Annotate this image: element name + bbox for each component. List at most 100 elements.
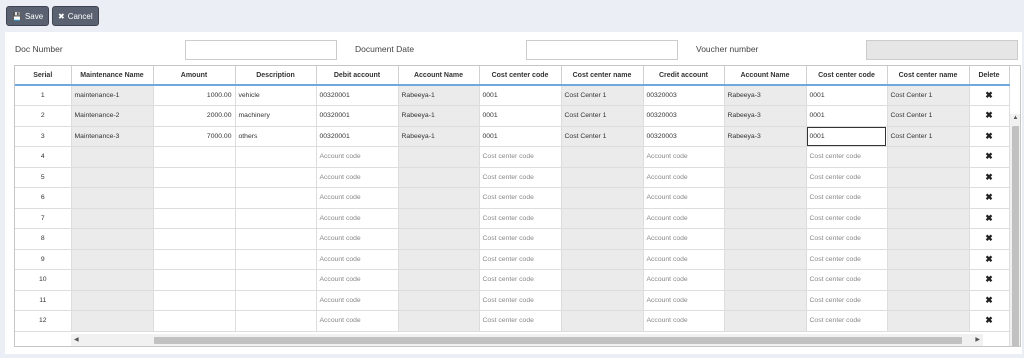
table-cell[interactable]: Account code (316, 167, 399, 188)
table-cell[interactable] (235, 269, 317, 291)
table-cell[interactable] (235, 167, 317, 188)
table-cell[interactable] (235, 249, 317, 270)
table-cell[interactable] (235, 208, 317, 229)
table-cell[interactable]: Account code (316, 228, 399, 250)
table-cell[interactable]: Cost center code (806, 146, 888, 168)
doc-number-input[interactable] (185, 40, 337, 60)
table-cell[interactable]: 7000.00 (153, 126, 236, 147)
table-cell[interactable]: Cost center code (806, 290, 888, 311)
table-cell[interactable] (235, 290, 317, 311)
table-cell[interactable]: Cost center code (479, 187, 562, 209)
document-date-input[interactable] (526, 40, 678, 60)
close-icon: ✖ (985, 192, 993, 203)
table-cell[interactable] (153, 228, 236, 250)
table-cell[interactable] (153, 208, 236, 229)
table-cell[interactable]: Cost center code (479, 146, 562, 168)
table-cell[interactable] (153, 269, 236, 291)
table-cell[interactable]: 00320001 (316, 105, 399, 127)
table-cell[interactable]: Account code (643, 290, 725, 311)
table-cell[interactable] (153, 167, 236, 188)
table-cell[interactable]: Cost center code (479, 208, 562, 229)
table-cell[interactable]: 00320003 (643, 105, 725, 127)
table-cell[interactable]: Cost center code (479, 228, 562, 250)
table-cell[interactable] (153, 187, 236, 209)
scroll-up-icon[interactable]: ▲ (1010, 115, 1020, 121)
table-cell[interactable]: Cost center code (806, 187, 888, 209)
table-cell[interactable]: Cost center code (806, 269, 888, 291)
close-icon: ✖ (985, 110, 993, 121)
table-cell: Cost Center 1 (887, 126, 970, 147)
table-cell: Cost Center 1 (887, 85, 970, 106)
horizontal-scrollbar[interactable]: ◀ ▶ (71, 334, 983, 346)
table-cell[interactable] (153, 290, 236, 311)
table-cell[interactable]: Account code (316, 269, 399, 291)
table-cell (887, 167, 970, 188)
table-cell[interactable] (235, 228, 317, 250)
table-cell[interactable] (153, 249, 236, 270)
table-cell[interactable]: Account code (316, 146, 399, 168)
delete-row-button[interactable]: ✖ (969, 310, 1010, 332)
table-cell[interactable]: Cost center code (806, 310, 888, 332)
delete-row-button[interactable]: ✖ (969, 167, 1010, 188)
table-cell[interactable]: Cost center code (806, 228, 888, 250)
delete-row-button[interactable]: ✖ (969, 228, 1010, 250)
delete-row-button[interactable]: ✖ (969, 126, 1010, 147)
table-cell[interactable]: Account code (643, 310, 725, 332)
table-cell[interactable]: Account code (643, 228, 725, 250)
table-cell[interactable]: 0001 (479, 126, 562, 147)
table-cell[interactable]: 0001 (479, 85, 562, 106)
table-cell[interactable]: Cost center code (479, 167, 562, 188)
table-cell[interactable]: others (235, 126, 317, 147)
horizontal-scroll-thumb[interactable] (154, 337, 962, 344)
table-cell[interactable]: Account code (643, 146, 725, 168)
table-cell[interactable]: Account code (643, 249, 725, 270)
table-cell[interactable] (235, 187, 317, 209)
delete-row-button[interactable]: ✖ (969, 290, 1010, 311)
table-cell[interactable] (153, 310, 236, 332)
table-cell[interactable]: 0001 (479, 105, 562, 127)
scroll-left-icon[interactable]: ◀ (74, 334, 79, 346)
scroll-right-icon[interactable]: ▶ (975, 334, 980, 346)
delete-row-button[interactable]: ✖ (969, 269, 1010, 291)
table-cell[interactable]: 1000.00 (153, 85, 236, 106)
delete-row-button[interactable]: ✖ (969, 208, 1010, 229)
table-cell[interactable]: Account code (643, 269, 725, 291)
save-button[interactable]: 💾 Save (6, 6, 50, 26)
delete-row-button[interactable]: ✖ (969, 249, 1010, 270)
table-cell[interactable]: Account code (643, 208, 725, 229)
table-cell[interactable]: 00320003 (643, 85, 725, 106)
table-cell[interactable]: 00320001 (316, 126, 399, 147)
table-cell[interactable]: Cost center code (806, 208, 888, 229)
table-cell[interactable] (235, 146, 317, 168)
table-cell[interactable]: vehicle (235, 85, 317, 106)
table-cell[interactable] (153, 146, 236, 168)
delete-row-button[interactable]: ✖ (969, 85, 1010, 106)
table-cell[interactable] (235, 310, 317, 332)
table-cell[interactable]: Account code (643, 167, 725, 188)
table-cell[interactable]: 0001 (806, 126, 888, 147)
table-cell[interactable]: 00320001 (316, 85, 399, 106)
delete-row-button[interactable]: ✖ (969, 105, 1010, 127)
delete-row-button[interactable]: ✖ (969, 146, 1010, 168)
table-cell[interactable]: 00320003 (643, 126, 725, 147)
table-cell[interactable]: Cost center code (479, 269, 562, 291)
vertical-scroll-thumb[interactable] (1012, 126, 1019, 346)
table-cell[interactable]: 0001 (806, 105, 888, 127)
table-cell[interactable]: machinery (235, 105, 317, 127)
cancel-button[interactable]: ✖ Cancel (52, 6, 99, 26)
table-cell[interactable]: Cost center code (479, 249, 562, 270)
table-cell[interactable]: Account code (316, 187, 399, 209)
table-cell[interactable]: Cost center code (806, 167, 888, 188)
table-cell[interactable]: Account code (316, 290, 399, 311)
table-cell[interactable]: Account code (316, 310, 399, 332)
table-cell[interactable]: Cost center code (479, 290, 562, 311)
table-cell[interactable]: Account code (316, 208, 399, 229)
table-cell[interactable]: Account code (643, 187, 725, 209)
vertical-scrollbar[interactable]: ▲ ▼ (1009, 114, 1020, 346)
table-cell[interactable]: 2000.00 (153, 105, 236, 127)
table-cell[interactable]: 0001 (806, 85, 888, 106)
table-cell[interactable]: Cost center code (479, 310, 562, 332)
delete-row-button[interactable]: ✖ (969, 187, 1010, 209)
table-cell[interactable]: Cost center code (806, 249, 888, 270)
table-cell[interactable]: Account code (316, 249, 399, 270)
